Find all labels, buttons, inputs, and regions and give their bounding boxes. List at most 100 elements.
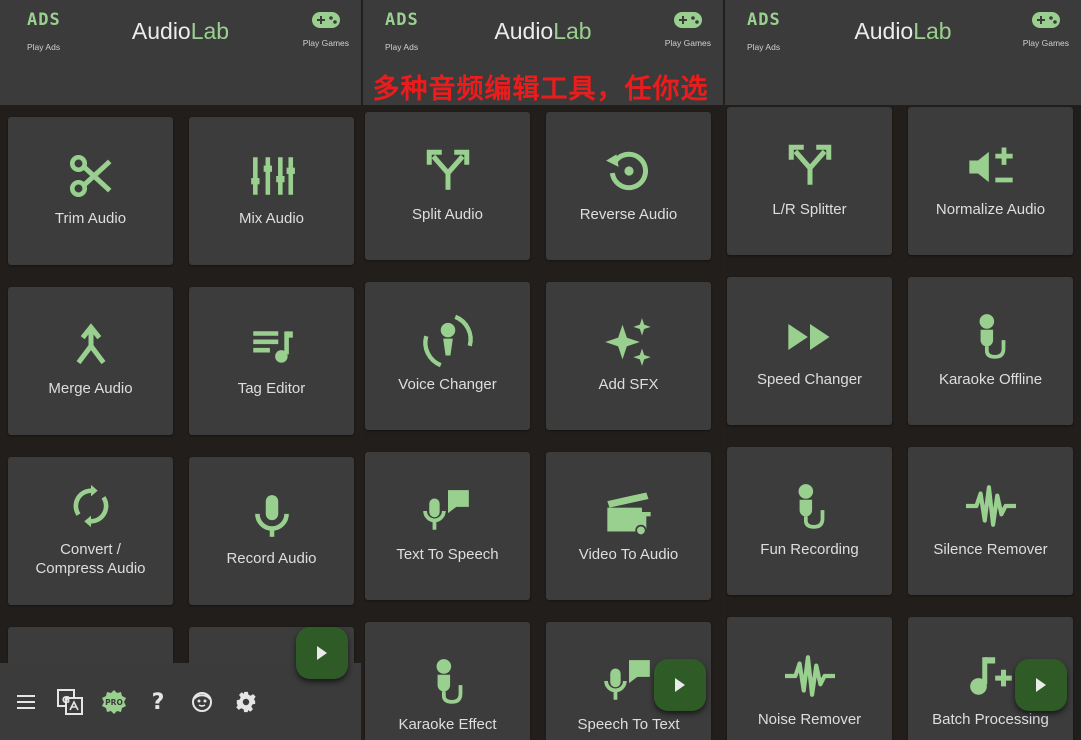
speech-mic-icon xyxy=(422,490,469,530)
tile-record-audio[interactable]: Record Audio xyxy=(189,457,354,605)
gamepad-icon xyxy=(673,12,702,28)
settings-button[interactable] xyxy=(232,688,260,716)
playlist-music-icon xyxy=(252,331,293,363)
translate-icon: G xyxy=(57,689,83,715)
tile-karaoke-offline[interactable]: Karaoke Offline xyxy=(908,277,1073,425)
face-icon xyxy=(192,692,212,712)
gamepad-icon xyxy=(311,12,340,28)
tile-label: Split Audio xyxy=(412,206,483,223)
tile-label: L/R Splitter xyxy=(772,201,847,218)
play-games-label: Play Games xyxy=(1022,38,1069,48)
clapperboard-music-icon xyxy=(606,492,651,537)
tile-label: Normalize Audio xyxy=(935,201,1046,218)
gamepad-icon xyxy=(1031,12,1060,28)
pro-badge-text: PRO xyxy=(105,698,123,707)
menu-button[interactable] xyxy=(12,688,40,716)
tile-merge-audio[interactable]: Merge Audio xyxy=(8,287,173,435)
tile-label: Karaoke Offline xyxy=(938,371,1043,388)
promo-banner: 多种音频编辑工具，任你选 xyxy=(372,74,709,105)
tile-text-to-speech[interactable]: Text To Speech xyxy=(365,452,530,600)
tile-fun-recording[interactable]: Fun Recording xyxy=(727,447,892,595)
tile-label: Speech To Text xyxy=(577,716,680,733)
tile-voice-changer[interactable]: Voice Changer xyxy=(365,282,530,430)
play-fab[interactable] xyxy=(1015,659,1067,711)
tile-label: Fun Recording xyxy=(760,541,859,558)
pro-button[interactable]: PRO xyxy=(100,688,128,716)
tile-label: Speed Changer xyxy=(756,371,863,388)
tile-mix-audio[interactable]: Mix Audio xyxy=(189,117,354,265)
play-games-button[interactable]: Play Games xyxy=(665,10,711,48)
scissors-icon xyxy=(69,154,111,198)
waveform-icon xyxy=(965,485,1016,527)
play-games-label: Play Games xyxy=(302,38,349,48)
karaoke-mic-icon xyxy=(436,659,462,704)
play-games-button[interactable]: Play Games xyxy=(1023,10,1069,48)
tile-label: Batch Processing xyxy=(932,711,1049,728)
fast-forward-icon xyxy=(787,324,829,350)
tile-convert-compress[interactable]: Convert / Compress Audio xyxy=(8,457,173,605)
volume-plus-minus-icon xyxy=(968,147,1013,183)
help-button[interactable]: ? xyxy=(144,688,172,716)
tile-label: Add SFX xyxy=(598,376,659,393)
split-icon xyxy=(426,149,469,190)
tile-tag-editor[interactable]: Tag Editor xyxy=(189,287,354,435)
play-icon xyxy=(317,646,327,660)
svg-text:G: G xyxy=(62,695,70,706)
waveform-icon xyxy=(784,655,835,697)
tile-karaoke-effect[interactable]: Karaoke Effect xyxy=(365,622,530,740)
play-fab[interactable] xyxy=(654,659,706,711)
merge-icon xyxy=(76,323,105,365)
tile-label: Merge Audio xyxy=(48,380,133,397)
tile-video-to-audio[interactable]: Video To Audio xyxy=(546,452,711,600)
microphone-icon xyxy=(254,495,289,537)
sync-icon xyxy=(73,484,108,528)
tile-speed-changer[interactable]: Speed Changer xyxy=(727,277,892,425)
play-icon xyxy=(1036,678,1046,692)
menu-icon xyxy=(17,695,35,709)
tile-reverse-audio[interactable]: Reverse Audio xyxy=(546,112,711,260)
tile-noise-remover[interactable]: Noise Remover xyxy=(727,617,892,740)
tile-silence-remover[interactable]: Silence Remover xyxy=(908,447,1073,595)
settings-icon xyxy=(236,691,256,713)
translate-button[interactable]: G xyxy=(56,688,84,716)
play-games-button[interactable]: Play Games xyxy=(303,10,349,48)
tile-label: Reverse Audio xyxy=(579,206,678,223)
tile-normalize-audio[interactable]: Normalize Audio xyxy=(908,107,1073,255)
screen-3: ADS Play Ads AudioLab Play Games L/R Spl… xyxy=(725,0,1081,740)
karaoke-mic-icon xyxy=(979,314,1005,359)
help-icon: ? xyxy=(151,689,165,715)
tile-add-sfx[interactable]: Add SFX xyxy=(546,282,711,430)
play-fab[interactable] xyxy=(296,627,348,679)
voice-changer-icon xyxy=(422,314,473,368)
play-icon xyxy=(675,678,685,692)
pro-icon: PRO xyxy=(102,690,126,714)
tile-label: Voice Changer xyxy=(398,376,497,393)
play-games-label: Play Games xyxy=(664,38,711,48)
sparkle-icon xyxy=(604,318,651,366)
reverse-icon xyxy=(605,151,648,191)
app-bar: ADS Play Ads AudioLab Play Games xyxy=(0,0,361,58)
music-note-plus-icon xyxy=(969,657,1012,695)
tile-label: Record Audio xyxy=(226,550,317,567)
tile-label: Mix Audio xyxy=(238,210,305,227)
tile-split-audio[interactable]: Split Audio xyxy=(365,112,530,260)
karaoke-mic-icon xyxy=(798,484,824,529)
tile-label: Convert / Compress Audio xyxy=(35,541,146,577)
app-bar: ADS Play Ads AudioLab Play Games xyxy=(363,0,723,58)
tile-lr-splitter[interactable]: L/R Splitter xyxy=(727,107,892,255)
tile-label: Silence Remover xyxy=(933,541,1048,558)
split-icon xyxy=(788,144,831,185)
screen-1: ADS Play Ads AudioLab Play Games Trim Au… xyxy=(0,0,361,740)
app-bar: ADS Play Ads AudioLab Play Games xyxy=(725,0,1081,58)
speech-mic-icon xyxy=(603,660,650,700)
tile-label: Tag Editor xyxy=(237,380,306,397)
tile-label: Karaoke Effect xyxy=(398,716,497,733)
tile-label: Noise Remover xyxy=(757,711,862,728)
tile-label: Text To Speech xyxy=(396,546,499,563)
tile-label: Trim Audio xyxy=(54,210,127,227)
equalizer-icon xyxy=(250,157,295,195)
screen-2: ADS Play Ads AudioLab Play Games Split A… xyxy=(363,0,723,740)
tile-trim-audio[interactable]: Trim Audio xyxy=(8,117,173,265)
face-button[interactable] xyxy=(188,688,216,716)
tile-label: Video To Audio xyxy=(578,546,679,563)
